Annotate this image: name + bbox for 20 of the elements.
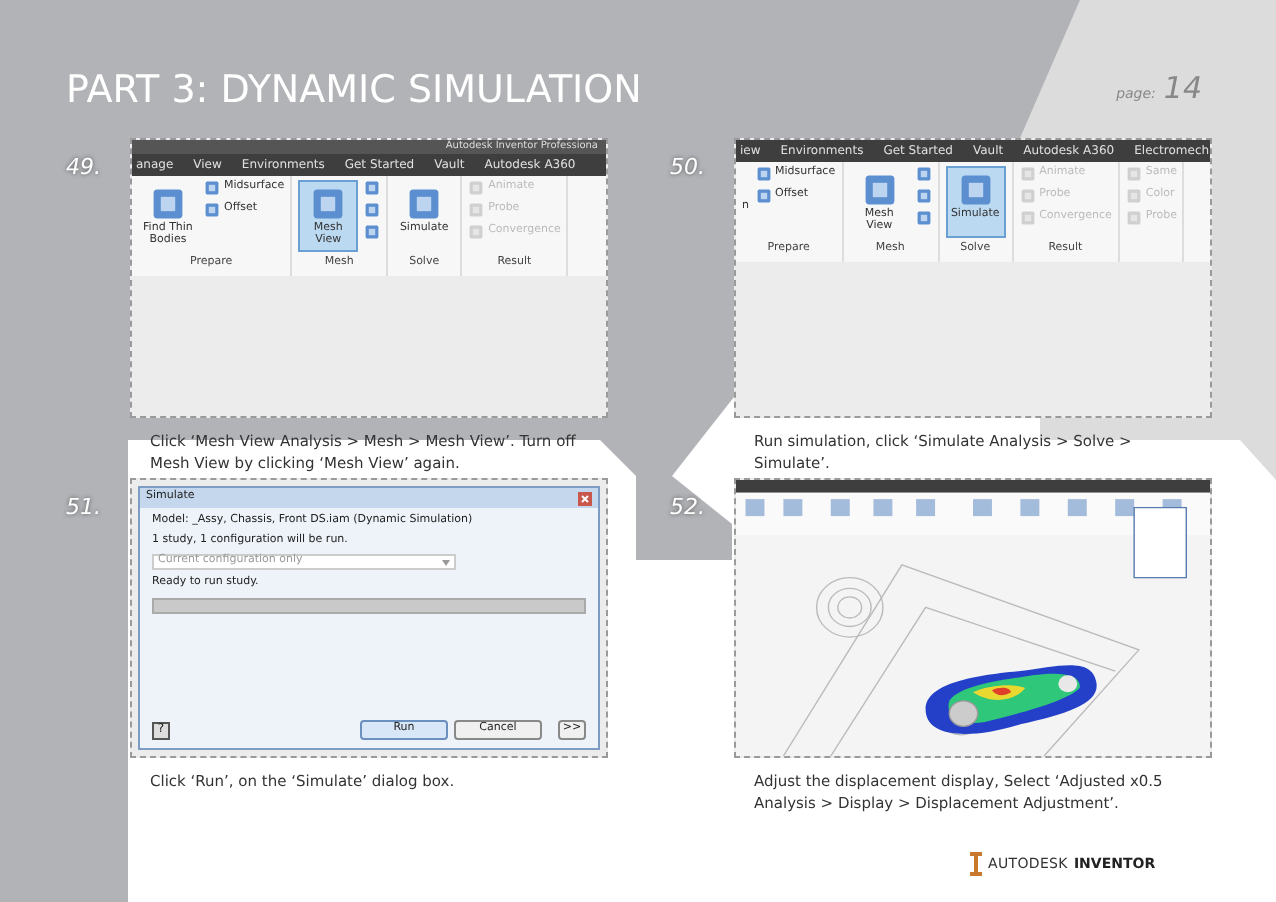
ribbon-icon-button[interactable] [364, 224, 381, 240]
tool-icon [861, 172, 898, 208]
caret-icon [442, 559, 450, 565]
ribbon-icon-button[interactable] [364, 180, 381, 196]
page-number: 14 [1163, 67, 1202, 109]
step-number: 49. [66, 154, 101, 180]
step-number: 52. [670, 494, 705, 520]
close-icon[interactable] [578, 491, 592, 505]
tool-icon [957, 172, 994, 208]
tool-icon [406, 186, 443, 222]
tool-icon [150, 186, 186, 222]
ribbon-icon-button[interactable] [915, 166, 932, 182]
ribbon-icon-button[interactable] [915, 210, 932, 226]
ribbon-icon-button[interactable] [364, 202, 381, 218]
tool-icon [310, 186, 347, 222]
inventor-logo-icon [970, 852, 982, 876]
ribbon-icon-button[interactable] [915, 188, 932, 204]
page-title: PART 3: DYNAMIC SIMULATION [66, 72, 642, 110]
step-number: 50. [670, 154, 705, 180]
step-number: 51. [66, 494, 101, 520]
